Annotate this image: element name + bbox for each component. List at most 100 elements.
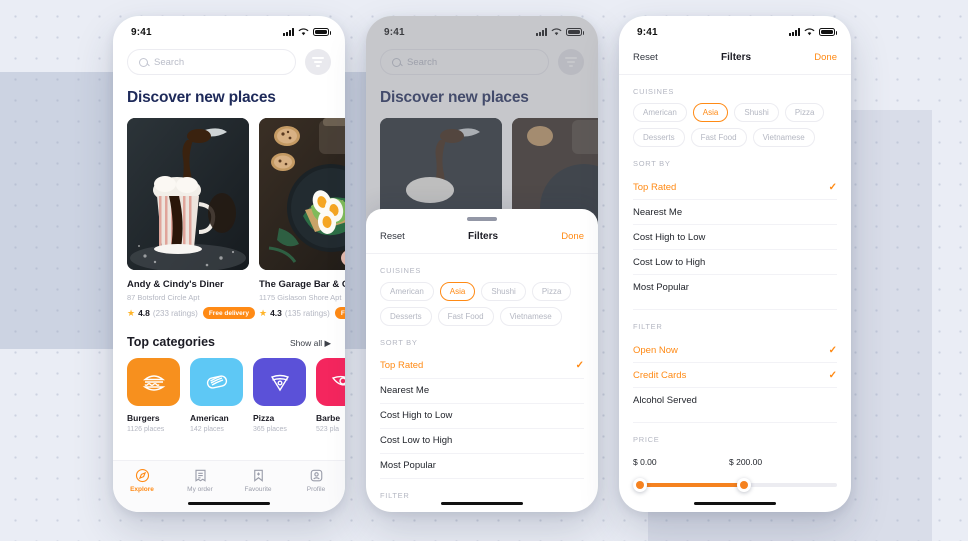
search-icon <box>139 57 148 67</box>
place-rating-row: ★ 4.3 (135 ratings) Fr <box>259 307 345 319</box>
cuisine-chip-pizza[interactable]: Pizza <box>531 281 572 301</box>
cuisine-chip-asia[interactable]: Asia <box>692 103 729 122</box>
sort-option-cost-high-to-low[interactable]: Cost High to Low <box>380 404 584 429</box>
slider-fill <box>633 483 740 487</box>
cuisine-chip-pizza[interactable]: Pizza <box>784 103 825 122</box>
cuisine-chip-american[interactable]: American <box>633 103 687 122</box>
category-places: 1126 places <box>127 425 165 433</box>
search-placeholder: Search <box>154 56 185 68</box>
price-values: $ 0.00 $ 200.00 <box>619 451 851 467</box>
category-item-burgers[interactable]: Burgers 1126 places <box>127 358 180 433</box>
category-tile <box>316 358 345 406</box>
filter-button[interactable] <box>305 49 331 75</box>
place-name: Andy & Cindy's Diner <box>127 279 224 290</box>
cuisine-chip-group[interactable]: American Asia Shushi Pizza Desserts Fast… <box>366 281 598 326</box>
category-item-barbecue[interactable]: Barbe 523 pla <box>316 358 345 433</box>
filter-label: FILTER <box>633 322 663 331</box>
sort-option-cost-high-to-low[interactable]: Cost High to Low <box>633 225 837 250</box>
sort-option-cost-low-to-high[interactable]: Cost Low to High <box>380 429 584 454</box>
done-button[interactable]: Done <box>814 52 837 63</box>
sort-option-most-popular[interactable]: Most Popular <box>380 454 584 479</box>
filter-option-open-now[interactable]: Open Now ✓ <box>633 338 837 363</box>
top-categories-header: Top categories Show all ▶ <box>113 319 345 358</box>
sort-option-top-rated[interactable]: Top Rated ✓ <box>633 175 837 200</box>
slider-knob-min[interactable] <box>633 478 647 492</box>
sort-option-nearest-me[interactable]: Nearest Me <box>380 379 584 404</box>
categories-carousel[interactable]: Burgers 1126 places American 142 places … <box>113 358 345 433</box>
cuisine-chip-group[interactable]: American Asia Shushi Pizza Desserts Fast… <box>619 103 851 147</box>
option-label: Top Rated <box>380 360 424 371</box>
category-places: 523 pla <box>316 425 339 433</box>
battery-icon <box>313 28 331 36</box>
cuisine-chip-shushi[interactable]: Shushi <box>481 281 526 301</box>
tab-explore[interactable]: Explore <box>113 468 171 493</box>
filter-option-list[interactable]: Open Now ✓ Credit Cards ✓ Alcohol Served <box>619 338 851 413</box>
cuisines-label: CUISINES <box>633 87 675 96</box>
category-label: Pizza <box>253 413 275 423</box>
cuisine-chip-desserts[interactable]: Desserts <box>380 306 432 326</box>
sort-option-cost-low-to-high[interactable]: Cost Low to High <box>633 250 837 275</box>
price-label: PRICE <box>633 435 660 444</box>
cuisine-chip-fast-food[interactable]: Fast Food <box>690 128 747 147</box>
place-name: The Garage Bar & G <box>259 279 345 290</box>
check-icon: ✓ <box>575 360 584 371</box>
status-time: 9:41 <box>637 26 658 38</box>
search-input[interactable]: Search <box>127 49 296 75</box>
option-label: Cost Low to High <box>380 435 453 446</box>
category-tile <box>253 358 306 406</box>
page-title: Filters <box>721 52 752 63</box>
page-title: Discover new places <box>127 89 276 106</box>
phone-mockup-filters-sheet: 9:41 Search Discover new places Reset Fi… <box>366 16 598 512</box>
done-button[interactable]: Done <box>561 231 584 242</box>
burger-icon <box>142 375 165 391</box>
place-card[interactable]: The Garage Bar & G 1175 Gislason Shore A… <box>259 118 345 319</box>
option-label: Most Popular <box>380 460 436 471</box>
option-label: Alcohol Served <box>633 395 697 406</box>
rating-count: (135 ratings) <box>284 308 330 318</box>
signal-icon <box>283 28 294 36</box>
price-max-value: $ 200.00 <box>729 457 763 467</box>
category-item-pizza[interactable]: Pizza 365 places <box>253 358 306 433</box>
sort-option-list[interactable]: Top Rated ✓ Nearest Me Cost High to Low … <box>619 175 851 300</box>
status-time: 9:41 <box>131 26 152 38</box>
cuisine-chip-vietnamese[interactable]: Vietnamese <box>499 306 562 326</box>
price-min-value: $ 0.00 <box>633 457 657 467</box>
filter-option-alcohol-served[interactable]: Alcohol Served <box>633 388 837 413</box>
tab-my-order[interactable]: My order <box>171 468 229 493</box>
sort-by-label: SORT BY <box>633 159 671 168</box>
filters-bottom-sheet: Reset Filters Done CUISINES American Asi… <box>366 209 598 512</box>
option-label: Nearest Me <box>633 206 683 218</box>
category-item-american[interactable]: American 142 places <box>190 358 243 433</box>
tab-label: Profile <box>306 486 326 493</box>
place-address: 87 Botsford Circle Apt <box>127 293 200 302</box>
sort-option-most-popular[interactable]: Most Popular <box>633 275 837 300</box>
slider-knob-max[interactable] <box>737 478 752 492</box>
cuisine-chip-desserts[interactable]: Desserts <box>633 128 685 147</box>
option-label: Cost High to Low <box>380 410 453 421</box>
status-icons <box>283 28 331 36</box>
cuisine-chip-american[interactable]: American <box>380 281 434 301</box>
show-all-link[interactable]: Show all ▶ <box>290 338 331 349</box>
reset-button[interactable]: Reset <box>633 52 658 63</box>
place-card[interactable]: Andy & Cindy's Diner 87 Botsford Circle … <box>127 118 255 319</box>
price-range-slider[interactable] <box>633 478 837 492</box>
phone-mockup-home: 9:41 Search Discover new places Andy & C… <box>113 16 345 512</box>
sort-option-list[interactable]: Top Rated ✓ Nearest Me Cost High to Low … <box>366 354 598 479</box>
cuisine-chip-shushi[interactable]: Shushi <box>734 103 779 122</box>
places-carousel[interactable]: Andy & Cindy's Diner 87 Botsford Circle … <box>113 118 345 319</box>
cuisine-chip-fast-food[interactable]: Fast Food <box>437 306 494 326</box>
place-rating-row: ★ 4.8 (233 ratings) Free delivery <box>127 307 255 319</box>
section-title: Top categories <box>127 335 215 349</box>
sort-option-top-rated[interactable]: Top Rated ✓ <box>380 354 584 379</box>
home-indicator <box>441 501 523 505</box>
search-row: Search <box>113 42 345 85</box>
place-photo-dessert <box>127 118 249 270</box>
tab-favourite[interactable]: Favourite <box>229 468 287 493</box>
battery-icon <box>819 28 837 36</box>
sort-option-nearest-me[interactable]: Nearest Me <box>633 200 837 225</box>
reset-button[interactable]: Reset <box>380 231 405 242</box>
tab-profile[interactable]: Profile <box>287 468 345 493</box>
filter-option-credit-cards[interactable]: Credit Cards ✓ <box>633 363 837 388</box>
cuisine-chip-vietnamese[interactable]: Vietnamese <box>752 128 815 147</box>
cuisine-chip-asia[interactable]: Asia <box>439 281 476 301</box>
